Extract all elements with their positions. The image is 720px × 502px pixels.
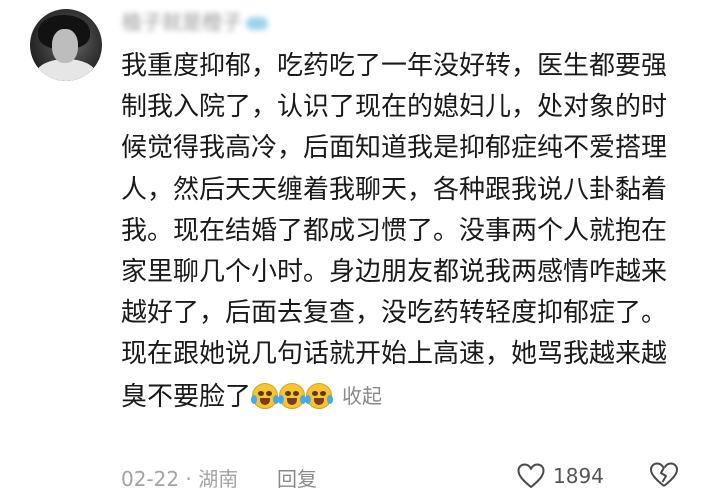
crying-laughing-emoji: [305, 382, 334, 409]
heart-outline-icon: [517, 463, 545, 489]
comment-line: 我重度抑郁，吃药吃了一年没好转，医生都要强: [121, 51, 668, 81]
broken-heart-icon: [649, 462, 679, 487]
comment-location: 湖南: [198, 467, 239, 491]
crying-laughing-emoji: [251, 382, 280, 409]
like-count: 1894: [553, 464, 604, 488]
comment-date: 02-22: [121, 467, 180, 491]
collapse-button[interactable]: 收起: [342, 384, 382, 408]
comment-body: 我重度抑郁，吃药吃了一年没好转，医生都要强 制我入院了，认识了现在的媳妇儿，处对…: [121, 46, 701, 417]
comment-line: 现在跟她说几句话就开始上高速，她骂我越来越: [121, 339, 668, 370]
username[interactable]: 植子就是橙子: [122, 12, 268, 32]
username-text: 植子就是橙子: [122, 10, 242, 34]
comment-line: 家里聊几个小时。身边朋友都说我两感情咋越来: [121, 256, 668, 287]
comment-line: 我。现在结婚了都成习惯了。没事两个人就抱在: [121, 215, 668, 246]
username-badge: [246, 17, 268, 30]
comment-card: 植子就是橙子 我重度抑郁，吃药吃了一年没好转，医生都要强 制我入院了，认识了现在…: [0, 0, 720, 502]
comment-line: 人，然后天天缠着我聊天，各种跟我说八卦黏着: [121, 174, 668, 205]
avatar[interactable]: [30, 9, 102, 81]
like-button[interactable]: 1894: [517, 461, 604, 491]
comment-meta: 02-22 · 湖南: [121, 463, 238, 492]
dislike-button[interactable]: [649, 461, 679, 493]
comment-line: 候觉得我高冷，后面知道我是抑郁症纯不爱搭理: [121, 133, 668, 164]
crying-laughing-emoji: [278, 382, 307, 409]
reply-button[interactable]: 回复: [277, 463, 317, 492]
comment-line: 臭不要脸了: [121, 381, 252, 412]
comment-line: 越好了，后面去复查，没吃药转轻度抑郁症了。: [121, 298, 668, 329]
comment-line: 制我入院了，认识了现在的媳妇儿，处对象的时: [121, 92, 668, 123]
comment-last-line: 臭不要脸了 收起: [121, 376, 701, 417]
comment-footer: 02-22 · 湖南 回复 1894: [121, 461, 701, 491]
meta-separator: ·: [185, 467, 192, 491]
